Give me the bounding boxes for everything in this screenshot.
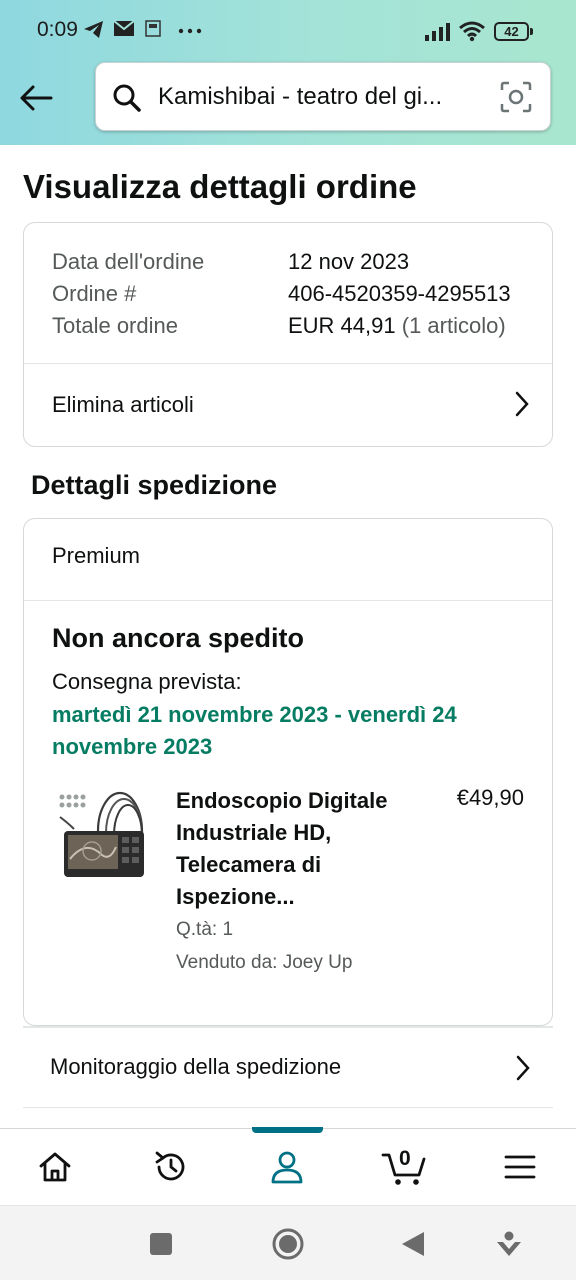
order-number-value: 406-4520359-4295513 — [288, 281, 511, 306]
delivery-date-range: martedì 21 novembre 2023 - venerdì 24 no… — [52, 702, 457, 759]
shipping-service: Premium — [52, 543, 141, 568]
home-icon — [39, 1152, 71, 1182]
product-title-link[interactable]: Endoscopio Digitale Industriale HD, Tele… — [176, 785, 426, 913]
order-item-count: (1 articolo) — [401, 313, 506, 338]
cart-count-badge: 0 — [399, 1147, 411, 1170]
signal-icon — [425, 23, 450, 41]
wifi-icon — [459, 21, 485, 42]
nav-buy-again[interactable] — [147, 1145, 195, 1189]
order-date-value: 12 nov 2023 — [288, 249, 410, 274]
camera-search-icon[interactable] — [500, 81, 532, 113]
order-total-row: Totale ordine EUR 44,91 (1 articolo) — [52, 313, 506, 339]
search-input[interactable]: Kamishibai - teatro del gi... — [158, 83, 488, 111]
status-time: 0:09 — [37, 18, 78, 41]
nav-menu[interactable] — [496, 1145, 544, 1189]
product-quantity: Q.tà: 1 — [176, 919, 234, 940]
chevron-right-icon — [515, 391, 529, 417]
back-button[interactable] — [16, 78, 56, 118]
bottom-navigation: 0 — [0, 1127, 576, 1205]
arrow-left-icon — [20, 85, 53, 111]
search-bar[interactable]: Kamishibai - teatro del gi... — [95, 62, 551, 131]
divider — [24, 600, 552, 601]
triangle-back-icon — [402, 1232, 424, 1256]
square-icon — [150, 1233, 172, 1255]
notification-app-icon — [145, 20, 161, 37]
assistant-icon — [497, 1231, 521, 1256]
product-seller: Venduto da: Joey Up — [176, 952, 353, 973]
menu-icon — [504, 1155, 536, 1179]
page-title: Visualizza dettagli ordine — [23, 168, 417, 205]
chevron-right-icon — [516, 1055, 530, 1081]
system-navigation-bar — [0, 1205, 576, 1280]
order-total-value: EUR 44,91 — [288, 313, 396, 338]
recents-button[interactable] — [141, 1224, 181, 1264]
assistant-button[interactable] — [489, 1224, 529, 1264]
delivery-label: Consegna prevista: — [52, 669, 242, 694]
circle-icon — [272, 1228, 304, 1260]
telegram-icon — [84, 21, 103, 38]
track-shipment-label: Monitoraggio della spedizione — [50, 1054, 342, 1079]
shipment-status: Non ancora spedito — [52, 623, 305, 653]
order-date-row: Data dell'ordine 12 nov 2023 — [52, 249, 409, 275]
search-icon — [113, 84, 141, 112]
order-number-row: Ordine # 406-4520359-4295513 — [52, 281, 511, 307]
nav-home[interactable] — [31, 1145, 79, 1189]
product-price: €49,90 — [456, 785, 524, 810]
history-icon — [155, 1151, 185, 1181]
battery-indicator: 42 — [494, 22, 533, 41]
order-date-label: Data dell'ordine — [52, 249, 205, 274]
order-number-label: Ordine # — [52, 281, 137, 306]
nav-account[interactable] — [263, 1145, 311, 1189]
account-icon — [271, 1151, 303, 1184]
order-summary-card: Data dell'ordine 12 nov 2023 Ordine # 40… — [23, 222, 553, 447]
home-system-button[interactable] — [268, 1224, 308, 1264]
endoscope-product-icon — [59, 791, 144, 877]
back-system-button[interactable] — [393, 1224, 433, 1264]
order-total-label: Totale ordine — [52, 313, 178, 338]
shipment-card: Premium Non ancora spedito Consegna prev… — [23, 518, 553, 1026]
active-tab-indicator — [252, 1127, 323, 1133]
shipment-heading: Dettagli spedizione — [31, 470, 278, 500]
track-shipment-link[interactable]: Monitoraggio della spedizione — [23, 1026, 553, 1108]
more-notifications-icon — [178, 28, 202, 34]
mail-icon — [113, 20, 135, 36]
remove-items-link[interactable]: Elimina articoli — [24, 364, 552, 446]
order-total-value-group: EUR 44,91 (1 articolo) — [288, 313, 506, 339]
product-image[interactable] — [56, 789, 150, 883]
remove-items-label: Elimina articoli — [52, 392, 194, 417]
status-bar: 0:09 42 — [0, 0, 576, 62]
app-header: 0:09 42 Kamishibai - teatro del gi... — [0, 0, 576, 145]
